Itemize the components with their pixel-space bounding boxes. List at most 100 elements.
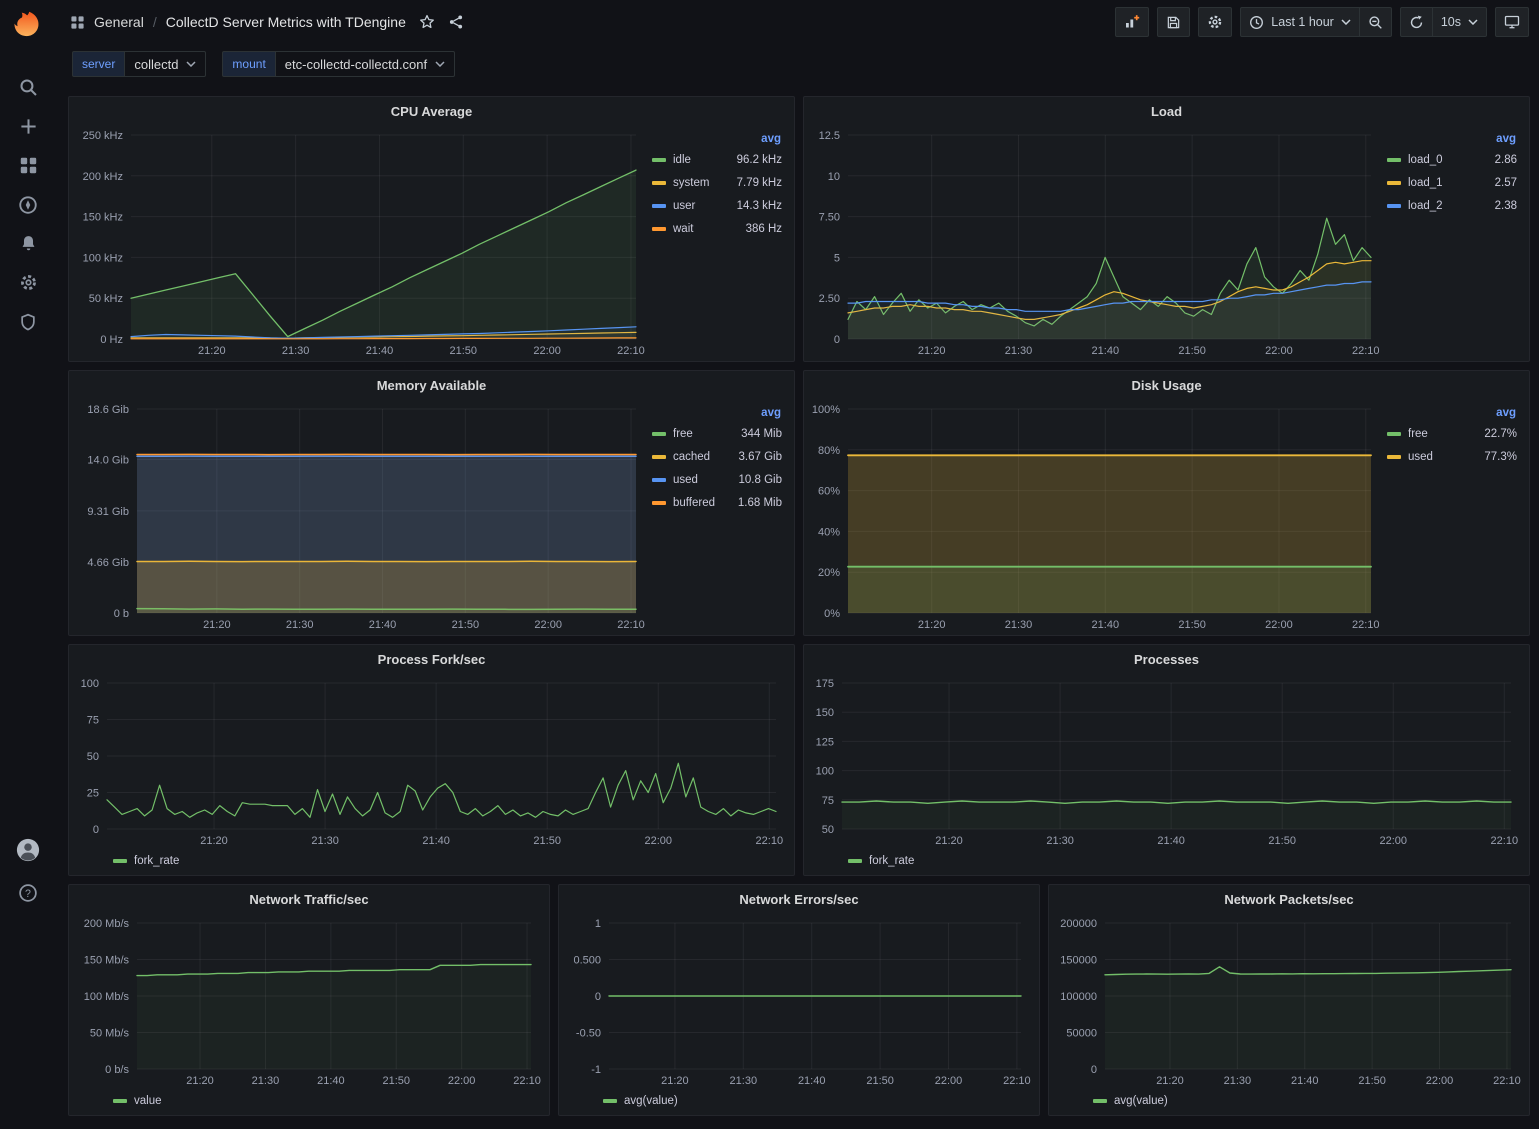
create-plus-icon[interactable] (6, 107, 50, 146)
main-area: General / CollectD Server Metrics with T… (56, 0, 1539, 1129)
add-panel-button[interactable] (1115, 7, 1149, 37)
svg-text:10: 10 (828, 171, 840, 183)
svg-text:21:30: 21:30 (286, 619, 314, 631)
refresh-interval-label: 10s (1441, 15, 1461, 29)
series-color-swatch (1387, 158, 1401, 162)
svg-text:22:00: 22:00 (1265, 619, 1293, 631)
server-admin-shield-icon[interactable] (6, 302, 50, 341)
legend-item-value[interactable]: value (113, 1095, 162, 1107)
legend-item-fork_rate[interactable]: fork_rate (113, 855, 179, 867)
legend-item-free[interactable]: free22.7% (1387, 422, 1517, 445)
svg-text:22:10: 22:10 (513, 1075, 541, 1087)
legend-item-free[interactable]: free344 Mib (652, 422, 782, 445)
breadcrumb-folder[interactable]: General (94, 14, 144, 30)
chart-disk-usage[interactable]: 0%20%40%60%80%100%21:2021:3021:4021:5022… (810, 399, 1383, 633)
alerting-bell-icon[interactable] (6, 224, 50, 263)
series-color-swatch (848, 859, 862, 863)
legend-avg-header: avg (1387, 407, 1517, 419)
svg-text:2.50: 2.50 (819, 293, 840, 305)
help-icon[interactable]: ? (6, 873, 50, 912)
panel-title-load[interactable]: Load (804, 97, 1529, 125)
variable-server-select[interactable]: collectd (124, 51, 206, 77)
share-icon[interactable] (448, 14, 464, 30)
legend-item-fork_rate[interactable]: fork_rate (848, 855, 914, 867)
legend-item-used[interactable]: used77.3% (1387, 445, 1517, 468)
legend-item-system[interactable]: system7.79 kHz (652, 171, 782, 194)
svg-text:250 kHz: 250 kHz (83, 130, 123, 142)
legend-item-load_0[interactable]: load_02.86 (1387, 148, 1517, 171)
panel-title-memory[interactable]: Memory Available (69, 371, 794, 399)
series-color-swatch (113, 1099, 127, 1103)
variable-mount-select[interactable]: etc-collectd-collectd.conf (275, 51, 455, 77)
panel-title-disk[interactable]: Disk Usage (804, 371, 1529, 399)
chart-cpu-average[interactable]: 0 Hz50 kHz100 kHz150 kHz200 kHz250 kHz21… (75, 125, 648, 359)
panel-title-network-traffic[interactable]: Network Traffic/sec (69, 885, 549, 913)
svg-text:21:20: 21:20 (203, 619, 231, 631)
legend-item-user[interactable]: user14.3 kHz (652, 194, 782, 217)
dashboard-settings-button[interactable] (1198, 7, 1232, 37)
refresh-button[interactable] (1400, 7, 1433, 37)
legend-item-load_2[interactable]: load_22.38 (1387, 194, 1517, 217)
legend-item-avgvalue[interactable]: avg(value) (1093, 1095, 1168, 1107)
svg-text:4.66 Gib: 4.66 Gib (87, 557, 129, 569)
configuration-gear-icon[interactable] (6, 263, 50, 302)
svg-text:21:30: 21:30 (730, 1075, 758, 1087)
svg-text:22:00: 22:00 (1379, 835, 1407, 847)
svg-text:21:40: 21:40 (1092, 619, 1120, 631)
time-range-picker[interactable]: Last 1 hour (1240, 7, 1360, 37)
legend-avg-header: avg (652, 407, 782, 419)
panel-title-network-errors[interactable]: Network Errors/sec (559, 885, 1039, 913)
refresh-interval-dropdown[interactable]: 10s (1433, 7, 1487, 37)
chart-load[interactable]: 02.5057.501012.521:2021:3021:4021:5022:0… (810, 125, 1383, 359)
legend-network-errors: avg(value) (565, 1089, 1033, 1113)
legend-series-name: fork_rate (134, 855, 179, 867)
svg-text:150 kHz: 150 kHz (83, 212, 123, 224)
chart-process-fork[interactable]: 025507510021:2021:3021:4021:5022:0022:10 (75, 673, 788, 849)
series-color-swatch (1093, 1099, 1107, 1103)
panel-title-processes[interactable]: Processes (804, 645, 1529, 673)
dashboards-grid-icon[interactable] (6, 146, 50, 185)
svg-text:22:10: 22:10 (1491, 835, 1519, 847)
chart-network-traffic[interactable]: 0 b/s50 Mb/s100 Mb/s150 Mb/s200 Mb/s21:2… (75, 913, 543, 1089)
user-avatar[interactable] (6, 830, 50, 869)
legend-disk-usage: avg free22.7%used77.3% (1383, 399, 1523, 633)
legend-item-cached[interactable]: cached3.67 Gib (652, 445, 782, 468)
chart-memory-available[interactable]: 0 b4.66 Gib9.31 Gib14.0 Gib18.6 Gib21:20… (75, 399, 648, 633)
chart-network-errors[interactable]: -1-0.5000.500121:2021:3021:4021:5022:002… (565, 913, 1033, 1089)
svg-text:0: 0 (93, 824, 99, 836)
search-icon[interactable] (6, 68, 50, 107)
legend-load: avgload_02.86load_12.57load_22.38 (1383, 125, 1523, 359)
svg-text:22:10: 22:10 (617, 619, 645, 631)
chart-network-packets[interactable]: 05000010000015000020000021:2021:3021:402… (1055, 913, 1523, 1089)
svg-text:21:20: 21:20 (186, 1075, 214, 1087)
legend-item-buffered[interactable]: buffered1.68 Mib (652, 491, 782, 514)
chart-processes[interactable]: 507510012515017521:2021:3021:4021:5022:0… (810, 673, 1523, 849)
legend-item-avgvalue[interactable]: avg(value) (603, 1095, 678, 1107)
explore-compass-icon[interactable] (6, 185, 50, 224)
legend-item-idle[interactable]: idle96.2 kHz (652, 148, 782, 171)
dashboard-title[interactable]: CollectD Server Metrics with TDengine (166, 14, 406, 30)
legend-item-wait[interactable]: wait386 Hz (652, 217, 782, 240)
panel-title-cpu-average[interactable]: CPU Average (69, 97, 794, 125)
zoom-out-button[interactable] (1360, 7, 1392, 37)
panel-title-network-packets[interactable]: Network Packets/sec (1049, 885, 1529, 913)
series-color-swatch (652, 432, 666, 436)
legend-series-name: fork_rate (869, 855, 914, 867)
favorite-star-icon[interactable] (419, 14, 435, 30)
panel-title-process-fork[interactable]: Process Fork/sec (69, 645, 794, 673)
grafana-logo-icon[interactable] (10, 6, 46, 42)
legend-series-value: 386 Hz (746, 223, 782, 235)
legend-item-used[interactable]: used10.8 Gib (652, 468, 782, 491)
svg-text:100: 100 (816, 766, 834, 778)
svg-text:0%: 0% (824, 608, 840, 620)
svg-text:21:50: 21:50 (382, 1075, 410, 1087)
svg-text:?: ? (25, 887, 31, 899)
legend-item-load_1[interactable]: load_12.57 (1387, 171, 1517, 194)
svg-text:21:30: 21:30 (1005, 619, 1033, 631)
legend-series-value: 14.3 kHz (737, 200, 782, 212)
svg-text:5: 5 (834, 252, 840, 264)
legend-series-value: 96.2 kHz (737, 154, 782, 166)
cycle-view-button[interactable] (1495, 7, 1529, 37)
save-dashboard-button[interactable] (1157, 7, 1190, 37)
svg-text:100 kHz: 100 kHz (83, 252, 123, 264)
